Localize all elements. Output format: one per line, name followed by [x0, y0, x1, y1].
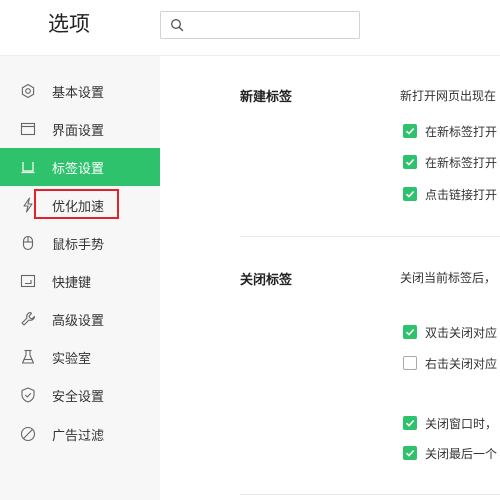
- option-label: 关闭最后一个: [425, 446, 498, 461]
- search-box[interactable]: [160, 11, 360, 39]
- sidebar-item-tab-settings[interactable]: 标签设置: [0, 148, 160, 186]
- option-row[interactable]: 在新标签打开: [403, 123, 497, 139]
- shield-icon: [19, 386, 37, 404]
- option-label: 在新标签打开: [425, 124, 498, 139]
- checkbox-unchecked[interactable]: [403, 356, 417, 370]
- option-row[interactable]: 右击关闭对应: [403, 355, 497, 371]
- checkbox-checked[interactable]: [403, 155, 417, 169]
- wrench-icon: [19, 310, 37, 328]
- sidebar-item-label: 广告过滤: [52, 428, 105, 444]
- option-row[interactable]: 关闭最后一个: [403, 445, 497, 461]
- header: 选项: [0, 0, 500, 55]
- page-title: 选项: [48, 12, 90, 36]
- option-label: 右击关闭对应: [425, 356, 498, 371]
- sidebar-item-lab[interactable]: 实验室: [0, 338, 160, 376]
- checkbox-checked[interactable]: [403, 416, 417, 430]
- section-title-new-tab: 新建标签: [240, 90, 293, 105]
- search-input[interactable]: [191, 15, 355, 35]
- checkbox-checked[interactable]: [403, 325, 417, 339]
- checkbox-checked[interactable]: [403, 124, 417, 138]
- checkbox-checked[interactable]: [403, 446, 417, 460]
- mouse-icon: [19, 234, 37, 252]
- sidebar-item-label: 安全设置: [52, 389, 105, 405]
- option-row[interactable]: 在新标签打开: [403, 154, 497, 170]
- sidebar-item-security[interactable]: 安全设置: [0, 376, 160, 414]
- section-divider: [240, 494, 500, 495]
- search-icon: [171, 19, 184, 32]
- tab-icon: [19, 158, 37, 176]
- option-label: 双击关闭对应: [425, 325, 498, 340]
- lightning-icon: [19, 196, 37, 214]
- sidebar-item-label: 实验室: [52, 351, 92, 367]
- sidebar-item-label: 界面设置: [52, 123, 105, 139]
- option-row[interactable]: 双击关闭对应: [403, 324, 497, 340]
- sidebar-item-label: 标签设置: [52, 161, 105, 177]
- option-label: 点击链接打开: [425, 187, 498, 202]
- option-row[interactable]: 关闭窗口时，: [403, 415, 497, 431]
- sidebar-item-ad-filter[interactable]: 广告过滤: [0, 415, 160, 453]
- section-title-close-tab: 关闭标签: [240, 273, 293, 288]
- sidebar-item-label: 优化加速: [52, 199, 105, 215]
- settings-icon: [19, 82, 37, 100]
- section-divider: [240, 236, 500, 237]
- window-icon: [19, 120, 37, 138]
- sidebar-item-advanced[interactable]: 高级设置: [0, 300, 160, 338]
- section-desc-new-tab: 新打开网页出现在: [400, 89, 497, 103]
- section-desc-close-tab: 关闭当前标签后，: [400, 271, 497, 285]
- keyboard-icon: [19, 272, 37, 290]
- main-content: 新建标签 新打开网页出现在 在新标签打开 在新标签打开 点击链接打开 关闭标签 …: [160, 56, 500, 500]
- block-icon: [19, 425, 37, 443]
- sidebar-item-shortcuts[interactable]: 快捷键: [0, 262, 160, 300]
- sidebar: 基本设置 界面设置 标签设置 优化加速 鼠标手势 快捷键 高级设置 实验室 安全…: [0, 56, 160, 500]
- sidebar-item-ui-settings[interactable]: 界面设置: [0, 110, 160, 148]
- option-label: 关闭窗口时，: [425, 416, 498, 431]
- option-label: 在新标签打开: [425, 155, 498, 170]
- option-row[interactable]: 点击链接打开: [403, 186, 497, 202]
- sidebar-item-label: 基本设置: [52, 85, 105, 101]
- flask-icon: [19, 348, 37, 366]
- sidebar-item-optimize[interactable]: 优化加速: [0, 186, 160, 224]
- sidebar-item-mouse-gesture[interactable]: 鼠标手势: [0, 224, 160, 262]
- sidebar-item-label: 高级设置: [52, 313, 105, 329]
- sidebar-item-label: 快捷键: [52, 275, 92, 291]
- sidebar-item-basic-settings[interactable]: 基本设置: [0, 72, 160, 110]
- sidebar-item-label: 鼠标手势: [52, 237, 105, 253]
- checkbox-checked[interactable]: [403, 187, 417, 201]
